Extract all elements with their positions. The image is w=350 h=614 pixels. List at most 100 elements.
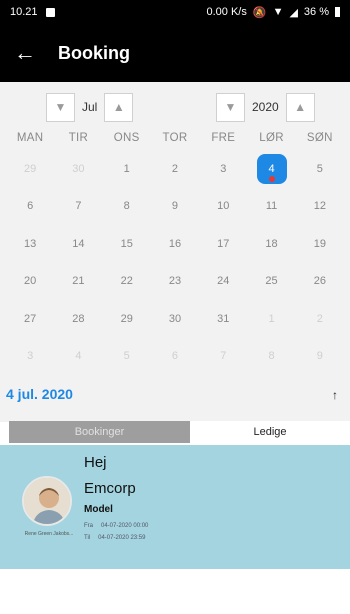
calendar: ▼ Jul ▲ ▼ 2020 ▲ MAN TIR ONS TOR FRE LØR SØN 2… — [0, 82, 350, 422]
weekday-label: TOR — [162, 132, 188, 144]
calendar-day[interactable]: 6 — [6, 188, 54, 226]
day-number: 9 — [171, 200, 179, 213]
calendar-day[interactable]: 29 — [103, 300, 151, 338]
booking-to: Til 04-07-2020 23:59 — [84, 535, 145, 541]
day-number: 1 — [123, 162, 130, 175]
calendar-day[interactable]: 23 — [151, 263, 199, 301]
booking-from: Fra 04-07-2020 00:00 — [84, 523, 148, 529]
calendar-day[interactable]: 9 — [296, 338, 344, 376]
calendar-day[interactable]: 14 — [54, 225, 102, 263]
calendar-day[interactable]: 2 — [296, 300, 344, 338]
calendar-day[interactable]: 12 — [296, 188, 344, 226]
day-number: 8 — [268, 350, 275, 363]
calendar-day[interactable]: 3 — [199, 150, 247, 188]
weekday-label: TIR — [68, 132, 89, 144]
calendar-day[interactable]: 19 — [296, 225, 344, 263]
day-number: 2 — [316, 312, 323, 325]
booking-company: Emcorp — [84, 480, 136, 497]
year-picker: ▼ 2020 ▲ — [216, 91, 315, 123]
year-next-button[interactable]: ▲ — [285, 92, 315, 122]
calendar-day[interactable]: 22 — [103, 263, 151, 301]
year-value: 2020 — [252, 100, 279, 114]
weekday-header: MAN TIR ONS TOR FRE LØR SØN — [6, 132, 344, 144]
calendar-day[interactable]: 11 — [247, 188, 295, 226]
calendar-day[interactable]: 1 — [247, 300, 295, 338]
weekday-label: MAN — [16, 132, 44, 144]
arrow-up-icon[interactable]: ↑ — [332, 388, 338, 402]
day-number: 16 — [168, 237, 182, 250]
month-picker: ▼ Jul ▲ — [46, 91, 134, 123]
day-number: 8 — [123, 200, 130, 213]
booking-role: Model — [84, 504, 113, 515]
calendar-day[interactable]: 16 — [151, 225, 199, 263]
year-prev-button[interactable]: ▼ — [216, 92, 245, 122]
booking-card[interactable]: Rene Green Jakobs... Hej Emcorp Model Fr… — [0, 445, 350, 569]
mute-icon: 🔕 — [252, 6, 267, 19]
selected-date-label: 4 jul. 2020 — [6, 386, 73, 402]
day-number: 3 — [220, 162, 227, 175]
calendar-day[interactable]: 25 — [247, 263, 295, 301]
calendar-day[interactable]: 24 — [199, 263, 247, 301]
battery-icon — [335, 7, 340, 17]
day-number: 7 — [220, 350, 227, 363]
calendar-day[interactable]: 7 — [54, 188, 102, 226]
app-bar: ← Booking — [0, 24, 350, 82]
calendar-day[interactable]: 28 — [54, 300, 102, 338]
calendar-day[interactable]: 2 — [151, 150, 199, 188]
to-value: 04-07-2020 23:59 — [98, 535, 146, 541]
calendar-day[interactable]: 26 — [296, 263, 344, 301]
calendar-day[interactable]: 20 — [6, 263, 54, 301]
weekday-label: LØR — [259, 132, 284, 144]
day-number: 23 — [168, 275, 182, 288]
calendar-day[interactable]: 1 — [103, 150, 151, 188]
day-number: 5 — [316, 162, 323, 175]
status-bar: 10.21 0.00 K/s 🔕 ▼ ◢ 36 % — [0, 0, 350, 24]
calendar-day[interactable]: 18 — [247, 225, 295, 263]
booking-dot-indicator — [268, 176, 275, 182]
from-value: 04-07-2020 00:00 — [101, 523, 149, 529]
calendar-day[interactable]: 30 — [151, 300, 199, 338]
calendar-day[interactable]: 7 — [199, 338, 247, 376]
page-title: Booking — [58, 42, 130, 63]
calendar-day[interactable]: 30 — [54, 150, 102, 188]
calendar-day[interactable]: 10 — [199, 188, 247, 226]
month-next-button[interactable]: ▲ — [104, 92, 134, 122]
calendar-day[interactable]: 29 — [6, 150, 54, 188]
calendar-day[interactable]: 17 — [199, 225, 247, 263]
calendar-day[interactable]: 15 — [103, 225, 151, 263]
day-number: 29 — [24, 162, 37, 175]
calendar-day[interactable]: 3 — [6, 338, 54, 376]
day-number: 26 — [313, 275, 326, 288]
calendar-week: 3 4 5 6 7 8 9 — [6, 338, 344, 376]
calendar-day[interactable]: 31 — [199, 300, 247, 338]
calendar-day[interactable]: 4 — [54, 338, 102, 376]
day-number: 10 — [217, 200, 230, 213]
tab-ledige[interactable]: Ledige — [190, 421, 350, 443]
calendar-day[interactable]: 5 — [103, 338, 151, 376]
back-arrow-icon[interactable]: ← — [0, 24, 50, 82]
month-prev-button[interactable]: ▼ — [46, 92, 75, 122]
calendar-day[interactable]: 5 — [296, 150, 344, 188]
day-number: 7 — [75, 200, 82, 213]
day-number: 3 — [27, 350, 34, 363]
calendar-day[interactable]: 21 — [54, 263, 102, 301]
day-number: 28 — [72, 312, 85, 325]
day-number: 19 — [313, 237, 326, 250]
calendar-day[interactable]: 8 — [247, 338, 295, 376]
calendar-day[interactable]: 13 — [6, 225, 54, 263]
day-number: 20 — [24, 275, 37, 288]
weekday-label: FRE — [211, 132, 236, 144]
day-number: 5 — [123, 350, 130, 363]
tab-bookinger[interactable]: Bookinger — [9, 421, 190, 443]
booking-greeting: Hej — [84, 454, 107, 471]
calendar-day[interactable]: 27 — [6, 300, 54, 338]
calendar-day[interactable]: 9 — [151, 188, 199, 226]
calendar-day[interactable]: 8 — [103, 188, 151, 226]
day-number: 30 — [72, 162, 85, 175]
calendar-day[interactable]: 6 — [151, 338, 199, 376]
day-number: 21 — [72, 275, 85, 288]
calendar-day-selected[interactable]: 4 — [247, 150, 295, 188]
person-name: Rene Green Jakobs... — [24, 531, 74, 537]
day-number: 22 — [120, 275, 133, 288]
day-number: 1 — [268, 312, 275, 325]
